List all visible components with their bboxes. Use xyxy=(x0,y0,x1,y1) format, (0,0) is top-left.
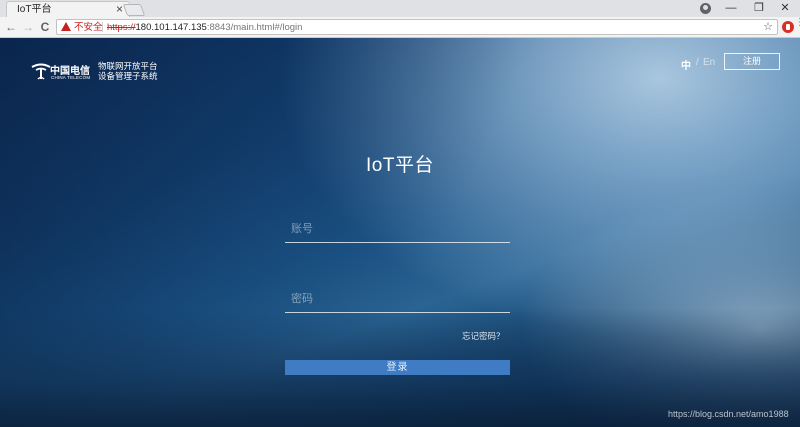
logo-subtitle-line1: 物联网开放平台 xyxy=(98,61,158,71)
extension-icon[interactable] xyxy=(782,21,794,33)
page-title: IoT平台 xyxy=(366,155,434,176)
url-text[interactable]: https://180.101.147.135:8843/main.html#/… xyxy=(107,21,302,34)
forgot-password-link[interactable]: 忘记密码？ xyxy=(462,330,505,342)
url-path: /main.html#/login xyxy=(230,22,303,33)
address-bar[interactable]: 不安全 https://180.101.147.135:8843/main.ht… xyxy=(56,19,778,35)
back-icon[interactable]: ← xyxy=(4,20,18,34)
minimize-icon[interactable]: — xyxy=(716,0,746,17)
account-input[interactable] xyxy=(285,215,510,243)
url-port: :8843 xyxy=(206,22,231,33)
new-tab-button[interactable] xyxy=(122,4,146,16)
login-page: 中国电信 CHINA TELECOM 物联网开放平台 设备管理子系统 中 / E… xyxy=(0,38,800,427)
close-window-icon[interactable]: ✕ xyxy=(770,0,800,17)
password-input[interactable] xyxy=(285,285,510,313)
url-scheme: https:// xyxy=(107,22,136,33)
omnibox-divider xyxy=(102,22,103,32)
register-button[interactable]: 注册 xyxy=(724,53,780,70)
star-icon[interactable]: ☆ xyxy=(763,20,773,34)
language-separator: / xyxy=(696,57,699,68)
browser-tab[interactable]: IoT平台 × xyxy=(6,1,130,17)
security-label[interactable]: 不安全 xyxy=(74,21,103,34)
logo-subtitle-line2: 设备管理子系统 xyxy=(98,71,158,81)
logo-english-name: CHINA TELECOM xyxy=(51,75,91,80)
tab-close-icon[interactable]: × xyxy=(116,2,123,16)
warning-icon xyxy=(61,22,71,31)
login-button[interactable]: 登录 xyxy=(285,360,510,375)
watermark-text: https://blog.csdn.net/amo1988 xyxy=(668,409,789,419)
language-en-link[interactable]: En xyxy=(703,57,715,68)
telecom-logo-icon xyxy=(31,63,51,80)
tab-title: IoT平台 xyxy=(17,4,52,15)
china-telecom-logo[interactable]: 中国电信 CHINA TELECOM 物联网开放平台 设备管理子系统 xyxy=(30,61,160,83)
language-zh-link[interactable]: 中 xyxy=(681,57,691,72)
forward-icon[interactable]: → xyxy=(21,20,35,34)
browser-menu-icon[interactable]: ⋮ xyxy=(795,18,800,34)
logo-subtitle: 物联网开放平台 设备管理子系统 xyxy=(98,61,158,81)
browser-toolbar: ← → C 不安全 https://180.101.147.135:8843/m… xyxy=(0,17,800,38)
browser-tab-bar: IoT平台 × — ❐ ✕ xyxy=(0,0,800,17)
profile-icon[interactable] xyxy=(700,3,711,14)
url-host: 180.101.147.135 xyxy=(135,22,207,33)
reload-icon[interactable]: C xyxy=(38,20,52,34)
